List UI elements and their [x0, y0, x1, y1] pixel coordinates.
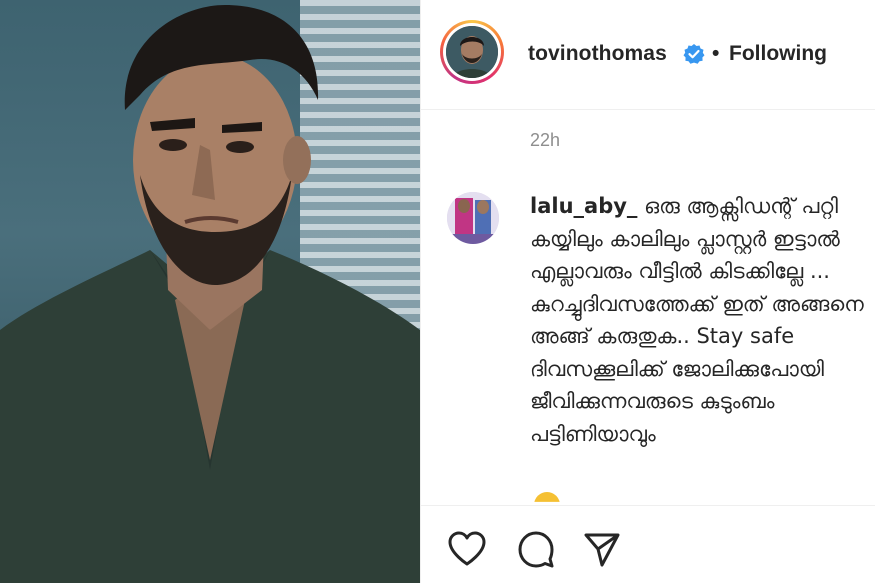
actions-divider: [421, 505, 875, 506]
comment-author[interactable]: lalu_aby_: [530, 194, 637, 218]
avatar-photo: [446, 26, 498, 78]
username-link[interactable]: tovinothomas: [528, 42, 667, 66]
comment-text: ഒരു ആക്സിഡന്റ് പറ്റി കയ്യിലും കാലിലും പ്…: [530, 194, 864, 446]
profile-avatar[interactable]: [440, 20, 504, 84]
comment-body: lalu_aby_ ഒരു ആക്സിഡന്റ് പറ്റി കയ്യിലും …: [530, 190, 875, 500]
following-button[interactable]: Following: [729, 42, 827, 66]
like-button[interactable]: [445, 527, 489, 571]
heart-icon: [448, 531, 486, 566]
comment-button[interactable]: [514, 527, 558, 571]
send-icon: [584, 533, 620, 567]
separator-dot: •: [712, 42, 720, 65]
commenter-avatar[interactable]: [447, 192, 499, 244]
comment-icon: [518, 531, 554, 568]
post-image: [0, 0, 420, 583]
portrait-illustration: [0, 5, 420, 583]
verified-badge-icon: [683, 44, 705, 64]
comment-timestamp: 22h: [530, 130, 561, 150]
share-button[interactable]: [580, 527, 624, 571]
